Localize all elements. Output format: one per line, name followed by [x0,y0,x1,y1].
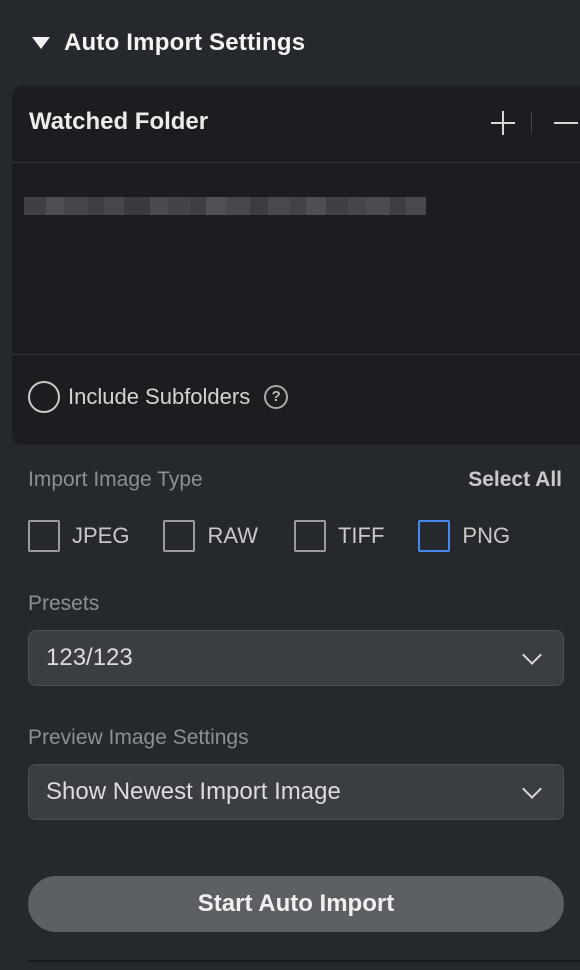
redacted-path-block [226,197,250,215]
tiff-checkbox[interactable] [293,520,326,552]
presets-label: Presets [28,592,100,615]
chevron-down-icon [522,779,542,799]
folder-actions [485,108,580,138]
image-type-options: JPEG RAW TIFF PNG [28,520,510,552]
redacted-path-block [124,197,150,215]
folder-path-item[interactable] [24,196,426,216]
tiff-label: TIFF [337,523,385,548]
action-divider [531,112,532,134]
bottom-divider [28,960,580,962]
redacted-path-block [168,197,190,215]
redacted-path-block [150,197,168,215]
redacted-path-block [64,197,88,215]
redacted-path-block [206,197,226,215]
preview-image-settings-value: Show Newest Import Image [46,778,341,805]
redacted-path-block [24,197,46,215]
redacted-path-block [268,197,290,215]
redacted-path-block [104,197,124,215]
jpeg-checkbox[interactable] [28,520,60,552]
start-auto-import-button[interactable]: Start Auto Import [28,876,564,932]
chevron-down-icon [522,645,542,665]
watched-folder-panel: Watched Folder Include Subfolders ? [12,86,580,445]
help-icon[interactable]: ? [264,385,289,409]
include-subfolders-option: Include Subfolders ? [28,381,289,413]
jpeg-label: JPEG [72,523,130,548]
type-option-raw[interactable]: RAW [163,520,258,552]
watched-folder-header: Watched Folder [12,86,580,163]
redacted-path-block [390,197,406,215]
presets-dropdown[interactable]: 123/123 [28,630,564,686]
select-all-link[interactable]: Select All [468,468,562,492]
redacted-path-block [348,197,366,215]
type-option-png[interactable]: PNG [418,520,510,552]
section-title: Auto Import Settings [64,29,306,56]
redacted-path-block [306,197,326,215]
caret-down-icon [32,37,50,49]
include-subfolders-label: Include Subfolders [68,384,251,409]
type-option-tiff[interactable]: TIFF [293,520,385,552]
raw-label: RAW [207,523,258,548]
redacted-path-block [290,197,306,215]
add-folder-plus-icon[interactable] [485,108,521,138]
preview-image-settings-dropdown[interactable]: Show Newest Import Image [28,764,564,820]
redacted-path-block [88,197,104,215]
redacted-path-block [366,197,390,215]
preview-image-settings-label: Preview Image Settings [28,726,249,749]
redacted-path-block [250,197,268,215]
auto-import-settings-header[interactable]: Auto Import Settings [32,26,305,60]
watched-folder-title: Watched Folder [29,108,209,135]
include-subfolders-radio[interactable] [28,381,60,413]
import-image-type-label: Import Image Type [28,468,203,491]
type-option-jpeg[interactable]: JPEG [28,520,129,552]
watched-folder-list [12,164,580,355]
redacted-path-block [46,197,64,215]
remove-folder-minus-icon[interactable] [550,108,580,138]
png-label: PNG [462,523,511,548]
presets-value: 123/123 [46,644,133,671]
redacted-path-block [326,197,348,215]
png-checkbox[interactable] [418,520,451,552]
redacted-path-block [190,197,206,215]
raw-checkbox[interactable] [163,520,196,552]
redacted-path-block [406,197,426,215]
